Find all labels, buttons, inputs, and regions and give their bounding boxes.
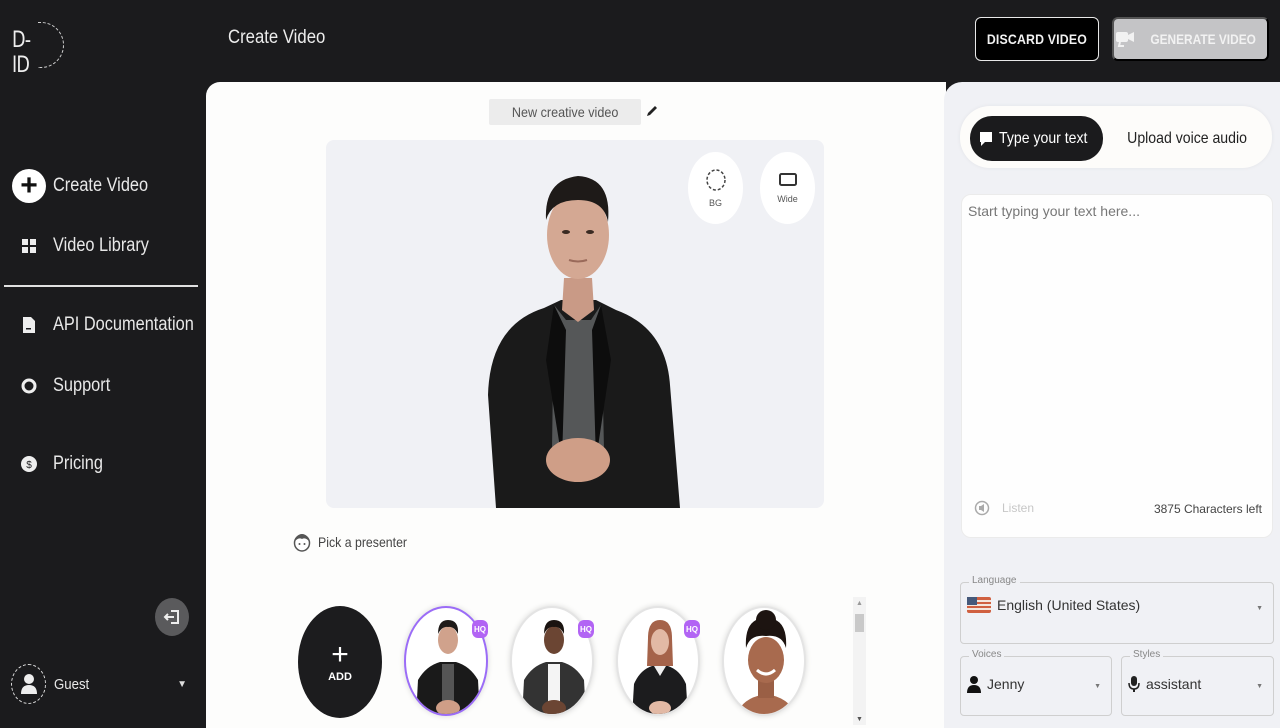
- sidebar-item-api-documentation[interactable]: API Documentation: [12, 308, 217, 342]
- pencil-icon[interactable]: [644, 103, 660, 119]
- sidebar-item-label: Create Video: [53, 175, 149, 196]
- background-label: BG: [708, 198, 722, 208]
- generate-video-button[interactable]: GENERATE VIDEO: [1112, 17, 1269, 61]
- pick-presenter-label: Pick a presenter: [293, 532, 419, 552]
- caret-down-icon: ▼: [177, 678, 187, 690]
- video-camera-icon: [1116, 32, 1135, 47]
- chat-bubble-icon: [980, 131, 993, 146]
- caret-down-icon: ▼: [1256, 683, 1263, 690]
- speaker-icon: [974, 500, 990, 516]
- styles-select[interactable]: Styles assistant ▼: [1121, 649, 1274, 716]
- hq-badge: HQ: [578, 620, 594, 638]
- sidebar-item-create-video[interactable]: + Create Video: [12, 169, 164, 203]
- language-legend: Language: [969, 575, 1020, 586]
- discard-video-button[interactable]: DISCARD VIDEO: [975, 17, 1099, 61]
- wide-label: Wide: [777, 194, 798, 204]
- background-icon: [705, 169, 726, 191]
- style-value: assistant: [1146, 676, 1202, 692]
- presenter-list: + ADD HQ HQ HQ: [296, 604, 856, 724]
- d-id-logo[interactable]: D-ID: [12, 22, 64, 78]
- listen-button[interactable]: Listen: [974, 500, 1034, 516]
- tab-type-your-text[interactable]: Type your text: [970, 116, 1103, 161]
- sidebar-item-label: Video Library: [53, 235, 149, 256]
- logo-arc-icon: [38, 22, 64, 68]
- us-flag-icon: [967, 597, 991, 613]
- script-textarea[interactable]: [968, 203, 1266, 483]
- logout-button[interactable]: [155, 598, 189, 636]
- video-name-text: New creative video: [511, 104, 619, 120]
- scroll-up-icon[interactable]: ▲: [856, 600, 863, 607]
- plus-circle-icon: +: [12, 169, 46, 203]
- hq-badge: HQ: [684, 620, 700, 638]
- language-select[interactable]: Language English (United States) ▼: [960, 575, 1274, 644]
- add-presenter-button[interactable]: + ADD: [298, 606, 382, 718]
- sidebar-item-pricing[interactable]: $ Pricing: [12, 447, 111, 481]
- svg-text:$: $: [26, 460, 32, 471]
- sidebar-divider: [4, 285, 198, 287]
- caret-down-icon: ▼: [1094, 683, 1101, 690]
- scroll-down-icon[interactable]: ▼: [856, 716, 863, 723]
- app-root: D-ID Create Video DISCARD VIDEO GENERATE…: [0, 0, 1280, 728]
- user-name: Guest: [54, 675, 90, 693]
- scroll-thumb[interactable]: [855, 614, 864, 632]
- sidebar-item-support[interactable]: Support: [12, 369, 120, 403]
- sidebar-item-label: Support: [53, 375, 111, 396]
- language-value: English (United States): [997, 597, 1141, 613]
- avatar: [11, 664, 46, 704]
- lifebuoy-icon: [12, 369, 46, 403]
- microphone-icon: [1128, 676, 1140, 692]
- add-label: ADD: [328, 671, 352, 683]
- voices-select[interactable]: Voices Jenny ▼: [960, 649, 1112, 716]
- tab-upload-label: Upload voice audio: [1127, 129, 1247, 147]
- tab-type-label: Type your text: [999, 129, 1088, 147]
- voices-legend: Voices: [969, 649, 1005, 660]
- characters-left: 3875 Characters left: [1153, 502, 1262, 516]
- presenter-list-scrollbar[interactable]: ▲ ▼: [853, 597, 866, 725]
- video-preview-stage: BG Wide: [326, 140, 824, 508]
- presenter-preview-image: [488, 176, 680, 508]
- wide-frame-icon: [778, 173, 797, 186]
- dollar-icon: $: [12, 447, 46, 481]
- grid-icon: [12, 229, 46, 263]
- tab-upload-voice-audio[interactable]: Upload voice audio: [1112, 116, 1262, 161]
- hq-badge: HQ: [472, 620, 488, 638]
- presenter-4-image: [737, 610, 795, 714]
- sidebar-item-label: API Documentation: [53, 314, 194, 335]
- face-icon: [293, 534, 311, 552]
- document-icon: [12, 308, 46, 342]
- caret-down-icon: ▼: [1256, 605, 1263, 612]
- plus-icon: +: [331, 638, 349, 671]
- pick-presenter-text: Pick a presenter: [318, 534, 408, 550]
- generate-video-label: GENERATE VIDEO: [1150, 31, 1257, 47]
- script-text-box: Listen 3875 Characters left: [961, 194, 1273, 538]
- presenter-thumb[interactable]: [722, 606, 806, 716]
- wide-button[interactable]: Wide: [760, 152, 815, 224]
- voice-value: Jenny: [987, 676, 1025, 692]
- listen-label: Listen: [1002, 501, 1035, 515]
- sidebar-item-video-library[interactable]: Video Library: [12, 229, 165, 263]
- video-name-field[interactable]: New creative video: [489, 99, 641, 125]
- user-icon: [20, 674, 37, 694]
- background-button[interactable]: BG: [688, 152, 743, 224]
- logout-icon: [163, 610, 179, 624]
- sidebar-item-label: Pricing: [53, 453, 103, 474]
- user-menu[interactable]: Guest ▼: [11, 662, 191, 706]
- styles-legend: Styles: [1130, 649, 1164, 660]
- discard-video-label: DISCARD VIDEO: [986, 31, 1088, 47]
- page-title: Create Video: [228, 27, 326, 48]
- person-icon: [967, 676, 981, 693]
